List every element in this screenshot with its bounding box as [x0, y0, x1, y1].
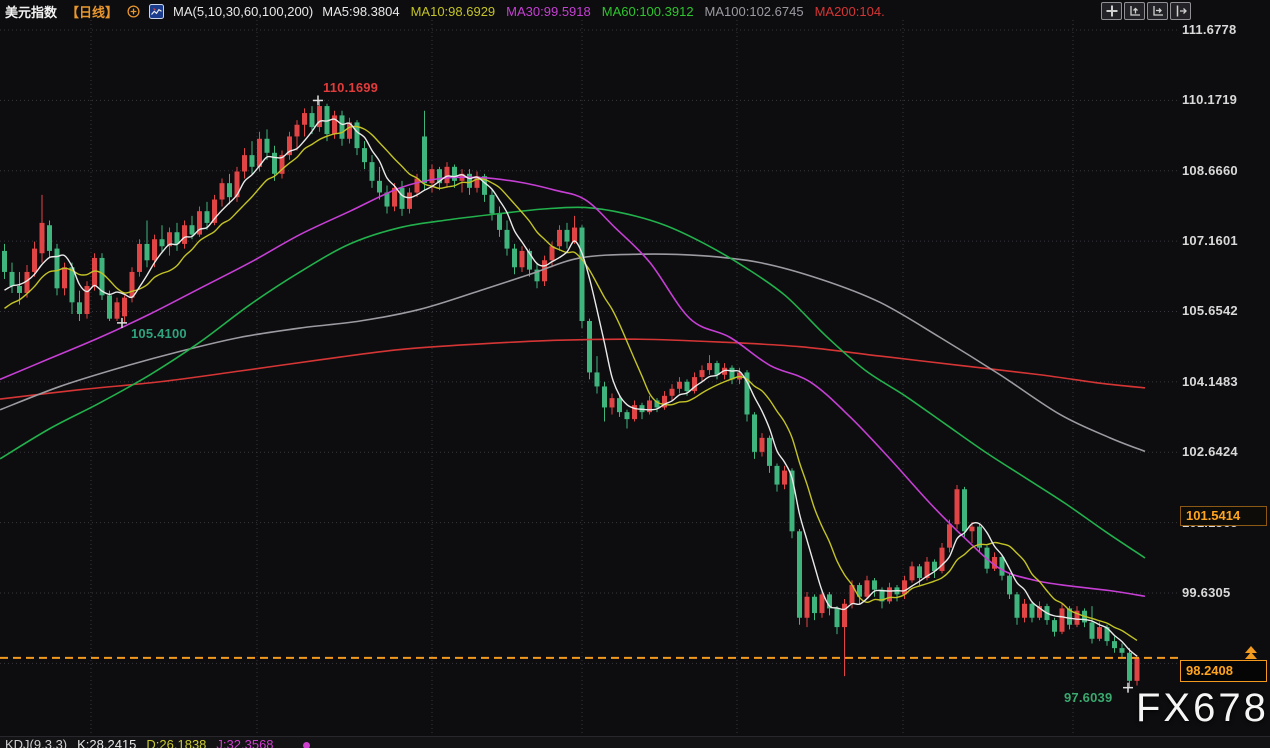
ma-values: MA5:98.3804 MA10:98.6929 MA30:99.5918 MA60:… — [322, 4, 895, 19]
annotation-trough-right: 97.6039 — [1064, 690, 1112, 705]
kdj-d-value: D:26.1838 — [146, 737, 206, 748]
exit-right-icon[interactable] — [1170, 2, 1191, 20]
marked-price-label: 101.5414 — [1180, 506, 1267, 526]
instrument-title: 美元指数 — [5, 2, 57, 21]
y-axis-label: 99.6305 — [1182, 585, 1230, 600]
chart-window: 美元指数 【日线】 MA(5,10,30,60,100,200) MA5:98.… — [0, 0, 1270, 748]
ma-group-label: MA(5,10,30,60,100,200) — [173, 4, 313, 19]
y-axis-label: 104.1483 — [1182, 374, 1238, 389]
current-price-label: 98.2408 — [1180, 660, 1267, 682]
crosshair-icon[interactable] — [1101, 2, 1122, 20]
y-axis-label: 105.6542 — [1182, 303, 1238, 318]
kdj-name: KDJ(9,3,3) — [5, 737, 67, 748]
ma-value: MA10:98.6929 — [411, 4, 496, 19]
ma-value: MA100:102.6745 — [705, 4, 804, 19]
watermark: FX678 — [1136, 686, 1269, 731]
y-axis-label: 107.1601 — [1182, 233, 1238, 248]
y-axis-label: 111.6778 — [1182, 22, 1236, 37]
kdj-legend: KDJ(9,3,3) K:28.2415 D:26.1838 J:32.3568 — [5, 737, 284, 748]
ma-value: MA60:100.3912 — [602, 4, 694, 19]
kdj-curve-fragment — [303, 742, 310, 748]
ma-value: MA5:98.3804 — [322, 4, 399, 19]
period-selector[interactable]: 【日线】 — [66, 2, 118, 21]
scale-up-icon[interactable] — [1124, 2, 1145, 20]
circle-plus-icon[interactable] — [127, 5, 140, 18]
scale-right-icon[interactable] — [1147, 2, 1168, 20]
current-price-value: 98.2408 — [1186, 663, 1233, 678]
chart-header: 美元指数 【日线】 MA(5,10,30,60,100,200) MA5:98.… — [5, 3, 905, 20]
ma-value: MA200:104. — [815, 4, 885, 19]
candlestick-chart[interactable] — [0, 0, 1270, 748]
candlestick-chart-icon[interactable] — [149, 4, 164, 19]
y-axis-label: 110.1719 — [1182, 92, 1237, 107]
marked-price-value: 101.5414 — [1186, 508, 1240, 523]
chart-toolbar — [1099, 2, 1191, 20]
y-axis-label: 108.6660 — [1182, 163, 1238, 178]
annotation-trough-left: 105.4100 — [131, 326, 187, 341]
y-axis-label: 102.6424 — [1182, 444, 1238, 459]
kdj-k-value: K:28.2415 — [77, 737, 136, 748]
kdj-j-value: J:32.3568 — [216, 737, 273, 748]
ma-value: MA30:99.5918 — [506, 4, 591, 19]
annotation-peak: 110.1699 — [323, 80, 378, 95]
